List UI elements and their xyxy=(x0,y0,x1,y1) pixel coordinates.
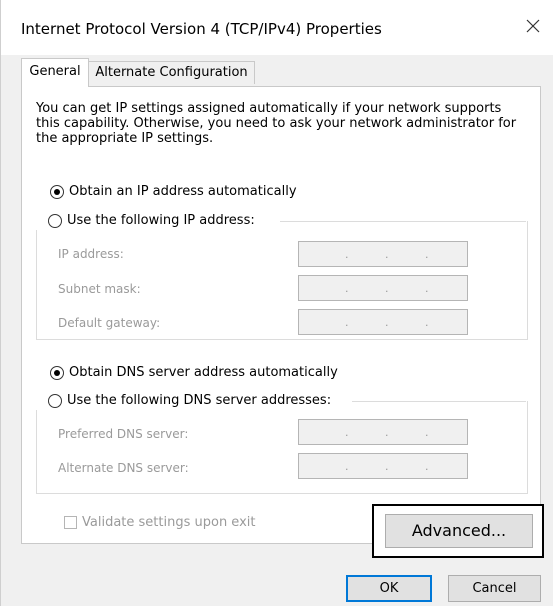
default-gateway-input: ... xyxy=(298,309,468,335)
dns-auto-radio[interactable] xyxy=(50,365,64,380)
advanced-button[interactable]: Advanced... xyxy=(385,514,533,548)
advanced-button-highlight: Advanced... xyxy=(372,504,544,558)
cancel-button[interactable]: Cancel xyxy=(448,575,541,602)
dns-group-box xyxy=(36,401,528,494)
ip-address-input: ... xyxy=(298,241,468,267)
general-panel: You can get IP settings assigned automat… xyxy=(21,86,541,544)
tab-general[interactable]: General xyxy=(21,58,89,87)
ip-address-label: IP address: xyxy=(58,247,124,261)
ip-manual-option[interactable]: Use the following IP address: xyxy=(36,212,259,230)
ip-manual-radio[interactable] xyxy=(48,213,62,228)
alternate-dns-input: ... xyxy=(298,453,468,479)
title-bar: Internet Protocol Version 4 (TCP/IPv4) P… xyxy=(1,0,553,55)
default-gateway-label: Default gateway: xyxy=(58,316,161,330)
preferred-dns-input: ... xyxy=(298,419,468,445)
validate-settings-option: Validate settings upon exit xyxy=(64,515,255,530)
ok-button[interactable]: OK xyxy=(346,575,432,602)
subnet-mask-label: Subnet mask: xyxy=(58,282,141,296)
alternate-dns-label: Alternate DNS server: xyxy=(58,461,189,475)
dns-manual-label: Use the following DNS server addresses: xyxy=(67,393,332,408)
ip-group-line xyxy=(280,221,526,222)
dns-auto-label: Obtain DNS server address automatically xyxy=(69,365,338,380)
subnet-mask-input: ... xyxy=(298,275,468,301)
validate-settings-label: Validate settings upon exit xyxy=(82,515,256,530)
ip-auto-radio[interactable] xyxy=(50,184,64,199)
dns-manual-radio[interactable] xyxy=(48,393,62,408)
tab-alternate-configuration[interactable]: Alternate Configuration xyxy=(89,61,255,84)
dns-group-line xyxy=(352,401,526,402)
dialog-window: Internet Protocol Version 4 (TCP/IPv4) P… xyxy=(0,0,553,606)
ip-auto-label: Obtain an IP address automatically xyxy=(69,184,297,199)
intro-text: You can get IP settings assigned automat… xyxy=(36,101,517,146)
close-icon[interactable] xyxy=(523,16,543,36)
dns-manual-option[interactable]: Use the following DNS server addresses: xyxy=(36,392,336,410)
preferred-dns-label: Preferred DNS server: xyxy=(58,427,189,441)
validate-settings-checkbox xyxy=(64,516,77,529)
dns-auto-option[interactable]: Obtain DNS server address automatically xyxy=(50,364,338,382)
ip-auto-option[interactable]: Obtain an IP address automatically xyxy=(50,183,297,201)
ip-manual-label: Use the following IP address: xyxy=(67,213,255,228)
window-title: Internet Protocol Version 4 (TCP/IPv4) P… xyxy=(21,20,382,38)
